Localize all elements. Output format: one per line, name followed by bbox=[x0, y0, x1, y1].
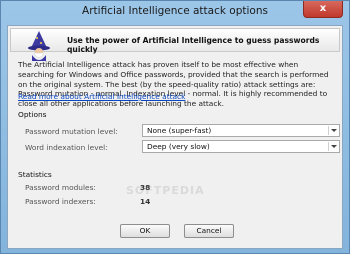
title-bar: Artificial Intelligence attack options x bbox=[1, 1, 349, 23]
indexation-level-label: Word indexation level: bbox=[25, 143, 108, 152]
password-indexers-label: Password indexers: bbox=[25, 197, 96, 206]
dialog-client-area: Use the power of Artificial Intelligence… bbox=[7, 25, 343, 249]
close-button[interactable]: x bbox=[303, 1, 343, 18]
indexation-level-select[interactable]: Deep (very slow) bbox=[142, 140, 340, 153]
banner-text: Use the power of Artificial Intelligence… bbox=[67, 36, 320, 54]
options-section-title: Options bbox=[18, 110, 47, 119]
watermark: SOFTPEDIA bbox=[126, 184, 205, 197]
mutation-level-select[interactable]: None (super-fast) bbox=[142, 124, 340, 137]
statistics-section-title: Statistics bbox=[18, 170, 52, 179]
password-modules-label: Password modules: bbox=[25, 183, 96, 192]
read-more-link[interactable]: Read more about Artificial Intelligence … bbox=[18, 92, 185, 101]
mutation-level-value: None (super-fast) bbox=[147, 126, 212, 135]
cancel-button[interactable]: Cancel bbox=[184, 224, 234, 238]
window-title: Artificial Intelligence attack options bbox=[82, 5, 268, 17]
chevron-down-icon bbox=[328, 142, 338, 151]
dialog-window: Artificial Intelligence attack options x… bbox=[0, 0, 350, 254]
chevron-down-icon bbox=[328, 126, 338, 135]
mutation-level-label: Password mutation level: bbox=[25, 127, 118, 136]
description-text: The Artificial Intelligence attack has p… bbox=[18, 60, 329, 109]
password-indexers-value: 14 bbox=[140, 197, 151, 206]
wizard-icon bbox=[25, 31, 53, 61]
header-banner: Use the power of Artificial Intelligence… bbox=[10, 28, 340, 61]
indexation-level-value: Deep (very slow) bbox=[147, 142, 210, 151]
ok-button[interactable]: OK bbox=[120, 224, 170, 238]
